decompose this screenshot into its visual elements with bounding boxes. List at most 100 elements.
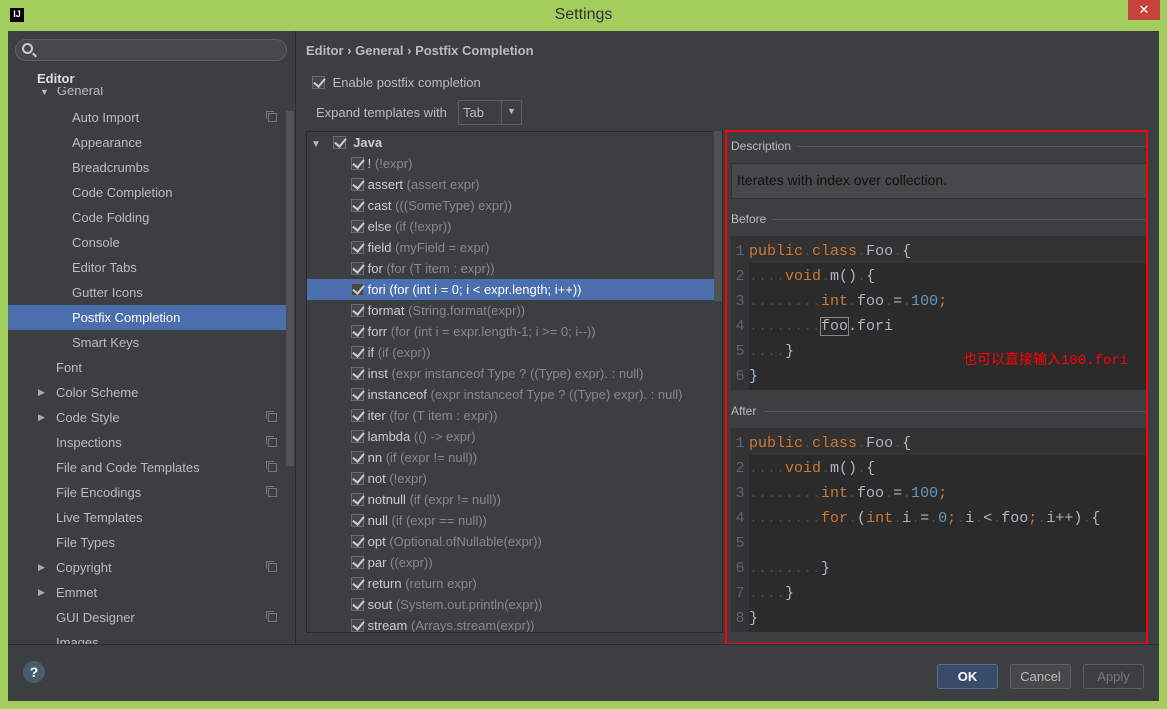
sidebar-item-file-encodings[interactable]: File Encodings xyxy=(8,480,286,505)
sidebar-item-gui-designer[interactable]: GUI Designer xyxy=(8,605,286,630)
template-description: (myField = expr) xyxy=(395,240,490,255)
sidebar-item-label: Smart Keys xyxy=(72,335,140,350)
expand-arrow-icon[interactable]: ▶ xyxy=(38,380,45,405)
sidebar-item-file-and-code-templates[interactable]: File and Code Templates xyxy=(8,455,286,480)
sidebar-item-inspections[interactable]: Inspections xyxy=(8,430,286,455)
template-row[interactable]: opt (Optional.ofNullable(expr)) xyxy=(307,531,714,552)
sidebar-item-label: Auto Import xyxy=(72,110,140,125)
template-key: sout xyxy=(367,597,393,612)
ok-button[interactable]: OK xyxy=(937,664,998,689)
template-row[interactable]: forr (for (int i = expr.length-1; i >= 0… xyxy=(307,321,714,342)
template-row[interactable]: nn (if (expr != null)) xyxy=(307,447,714,468)
checkbox-checked-icon[interactable] xyxy=(351,157,364,170)
sidebar-item-images[interactable]: Images xyxy=(8,630,286,644)
expand-arrow-icon[interactable]: ▶ xyxy=(38,555,45,580)
sidebar-item-label: Appearance xyxy=(72,135,143,150)
checkbox-checked-icon[interactable] xyxy=(351,451,364,464)
expand-templates-select[interactable]: Tab ▼ xyxy=(458,100,522,125)
sidebar-item-auto-import[interactable]: Auto Import xyxy=(8,105,286,130)
sidebar-item-code-completion[interactable]: Code Completion xyxy=(8,180,286,205)
template-row[interactable]: if (if (expr)) xyxy=(307,342,714,363)
template-row[interactable]: null (if (expr == null)) xyxy=(307,510,714,531)
sidebar-item-live-templates[interactable]: Live Templates xyxy=(8,505,286,530)
checkbox-checked-icon[interactable] xyxy=(351,367,364,380)
sidebar-item-breadcrumbs[interactable]: Breadcrumbs xyxy=(8,155,286,180)
sidebar-item-label: Copyright xyxy=(56,560,112,575)
checkbox-checked-icon[interactable] xyxy=(351,472,364,485)
checkbox-checked-icon[interactable] xyxy=(351,220,364,233)
tree-scrollbar[interactable] xyxy=(714,131,722,301)
template-row[interactable]: sout (System.out.println(expr)) xyxy=(307,594,714,615)
sidebar-item-smart-keys[interactable]: Smart Keys xyxy=(8,330,286,355)
settings-sidebar: Editor ▼ General Auto Import Appearance Bre… xyxy=(8,31,296,644)
apply-button[interactable]: Apply xyxy=(1083,664,1144,689)
checkbox-checked-icon[interactable] xyxy=(351,199,364,212)
checkbox-checked-icon[interactable] xyxy=(351,598,364,611)
checkbox-checked-icon[interactable] xyxy=(351,535,364,548)
template-row[interactable]: fori (for (int i = 0; i < expr.length; i… xyxy=(307,279,714,300)
sidebar-item-color-scheme[interactable]: ▶ Color Scheme xyxy=(8,380,286,405)
checkbox-checked-icon[interactable] xyxy=(351,283,364,296)
sidebar-item-code-folding[interactable]: Code Folding xyxy=(8,205,286,230)
checkbox-checked-icon[interactable] xyxy=(351,577,364,590)
project-scope-icon xyxy=(266,486,277,497)
sidebar-item-console[interactable]: Console xyxy=(8,230,286,255)
template-row[interactable]: assert (assert expr) xyxy=(307,174,714,195)
sidebar-item-editor-tabs[interactable]: Editor Tabs xyxy=(8,255,286,280)
checkbox-checked-icon[interactable] xyxy=(351,346,364,359)
checkbox-checked-icon[interactable] xyxy=(351,493,364,506)
sidebar-scrollbar[interactable] xyxy=(286,111,294,466)
sidebar-item-appearance[interactable]: Appearance xyxy=(8,130,286,155)
sidebar-item-code-style[interactable]: ▶ Code Style xyxy=(8,405,286,430)
sidebar-item-copyright[interactable]: ▶ Copyright xyxy=(8,555,286,580)
template-row[interactable]: stream (Arrays.stream(expr)) xyxy=(307,615,714,632)
sidebar-item-emmet[interactable]: ▶ Emmet xyxy=(8,580,286,605)
template-row[interactable]: instanceof (expr instanceof Type ? ((Typ… xyxy=(307,384,714,405)
sidebar-item-font[interactable]: Font xyxy=(8,355,286,380)
search-input[interactable] xyxy=(15,39,287,61)
sidebar-item-file-types[interactable]: File Types xyxy=(8,530,286,555)
cancel-button[interactable]: Cancel xyxy=(1010,664,1071,689)
enable-postfix-checkbox[interactable]: Enable postfix completion xyxy=(312,75,481,90)
checkbox-checked-icon[interactable] xyxy=(332,136,346,149)
template-row[interactable]: iter (for (T item : expr)) xyxy=(307,405,714,426)
template-description: (Optional.ofNullable(expr)) xyxy=(389,534,542,549)
template-row[interactable]: inst (expr instanceof Type ? ((Type) exp… xyxy=(307,363,714,384)
expand-arrow-icon[interactable]: ▶ xyxy=(38,580,45,605)
template-description: (for (T item : expr)) xyxy=(386,261,495,276)
close-button[interactable]: ✕ xyxy=(1128,0,1160,20)
sidebar-section-editor[interactable]: Editor xyxy=(37,71,75,86)
checkbox-checked-icon[interactable] xyxy=(351,304,364,317)
template-row[interactable]: format (String.format(expr)) xyxy=(307,300,714,321)
checkbox-checked-icon[interactable] xyxy=(351,262,364,275)
template-row[interactable]: notnull (if (expr != null)) xyxy=(307,489,714,510)
template-row[interactable]: field (myField = expr) xyxy=(307,237,714,258)
expand-arrow-icon[interactable]: ▶ xyxy=(38,405,45,430)
checkbox-checked-icon[interactable] xyxy=(351,430,364,443)
template-row[interactable]: cast (((SomeType) expr)) xyxy=(307,195,714,216)
template-row[interactable]: par ((expr)) xyxy=(307,552,714,573)
checkbox-checked-icon[interactable] xyxy=(351,514,364,527)
checkbox-checked-icon[interactable] xyxy=(351,241,364,254)
checkbox-checked-icon[interactable] xyxy=(351,325,364,338)
template-key: field xyxy=(367,240,392,255)
expand-arrow-icon[interactable]: ▼ xyxy=(311,139,321,150)
sidebar-item-general[interactable]: ▼ General xyxy=(40,87,160,99)
help-button[interactable]: ? xyxy=(23,661,45,683)
template-row[interactable]: lambda (() -> expr) xyxy=(307,426,714,447)
checkbox-checked-icon[interactable] xyxy=(351,409,364,422)
sidebar-item-gutter-icons[interactable]: Gutter Icons xyxy=(8,280,286,305)
template-row[interactable]: ! (!expr) xyxy=(307,153,714,174)
checkbox-checked-icon[interactable] xyxy=(351,619,364,632)
tree-root-java[interactable]: ▼ Java xyxy=(307,132,714,153)
sidebar-item-label: Inspections xyxy=(56,435,122,450)
checkbox-checked-icon[interactable] xyxy=(351,556,364,569)
sidebar-item-postfix-completion[interactable]: Postfix Completion xyxy=(8,305,286,330)
template-row[interactable]: not (!expr) xyxy=(307,468,714,489)
template-row[interactable]: else (if (!expr)) xyxy=(307,216,714,237)
checkbox-checked-icon[interactable] xyxy=(351,388,364,401)
template-description: (assert expr) xyxy=(406,177,480,192)
template-row[interactable]: return (return expr) xyxy=(307,573,714,594)
template-row[interactable]: for (for (T item : expr)) xyxy=(307,258,714,279)
checkbox-checked-icon[interactable] xyxy=(351,178,364,191)
